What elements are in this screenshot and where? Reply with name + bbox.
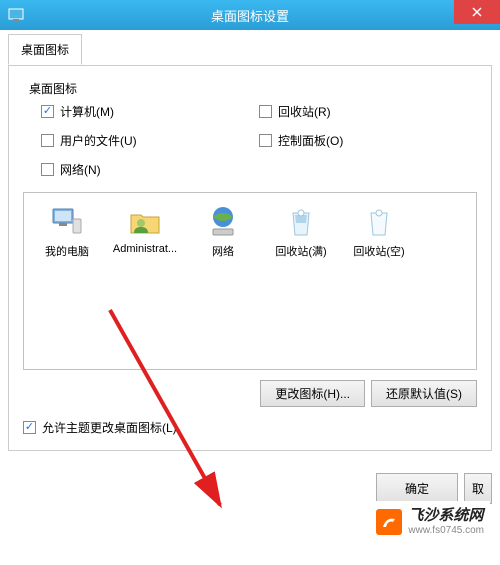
checkbox-label: 网络(N) (60, 161, 101, 178)
computer-icon (49, 203, 85, 239)
watermark-text: 飞沙系统网 www.fs0745.com (408, 507, 484, 537)
tab-desktop-icons[interactable]: 桌面图标 (8, 34, 82, 65)
watermark-logo-icon (376, 509, 402, 535)
change-icon-button[interactable]: 更改图标(H)... (260, 380, 365, 407)
close-button[interactable] (454, 0, 500, 24)
tab-page: 桌面图标 计算机(M) 回收站(R) 用户的文件(U) 控制面板(O) 网络(N… (8, 65, 492, 451)
icon-item-recycle-empty[interactable]: 回收站(空) (342, 203, 416, 259)
icon-caption: 网络 (186, 243, 260, 259)
checkbox-recycle[interactable]: 回收站(R) (259, 103, 477, 120)
checkbox-label: 用户的文件(U) (60, 132, 137, 149)
icon-item-mycomputer[interactable]: 我的电脑 (30, 203, 104, 259)
ok-button[interactable]: 确定 (376, 473, 458, 504)
icon-item-recycle-full[interactable]: 回收站(满) (264, 203, 338, 259)
checkbox-label: 回收站(R) (278, 103, 331, 120)
user-folder-icon (127, 203, 163, 239)
icon-caption: 回收站(空) (342, 243, 416, 259)
watermark-url: www.fs0745.com (408, 525, 484, 537)
checkbox-label: 计算机(M) (60, 103, 114, 120)
checkbox-computer[interactable]: 计算机(M) (41, 103, 259, 120)
watermark-title: 飞沙系统网 (408, 507, 484, 525)
dialog-content: 桌面图标 桌面图标 计算机(M) 回收站(R) 用户的文件(U) 控制面板(O) (0, 30, 500, 459)
checkbox-network[interactable]: 网络(N) (41, 161, 259, 178)
allow-themes-checkbox[interactable]: 允许主题更改桌面图标(L) (23, 419, 477, 436)
icon-list[interactable]: 我的电脑 Administrat... 网络 回收站(满) (23, 192, 477, 370)
icon-caption: Administrat... (108, 243, 182, 255)
icon-buttons-row: 更改图标(H)... 还原默认值(S) (23, 380, 477, 407)
icon-item-network[interactable]: 网络 (186, 203, 260, 259)
checkbox-icon (41, 163, 54, 176)
restore-default-button[interactable]: 还原默认值(S) (371, 380, 477, 407)
recycle-empty-icon (361, 203, 397, 239)
icon-caption: 我的电脑 (30, 243, 104, 259)
titlebar: 桌面图标设置 (0, 0, 500, 30)
window-title: 桌面图标设置 (211, 6, 289, 25)
checkbox-userfiles[interactable]: 用户的文件(U) (41, 132, 259, 149)
app-icon (8, 7, 24, 23)
group-label: 桌面图标 (29, 80, 477, 97)
icon-caption: 回收站(满) (264, 243, 338, 259)
checkbox-icon (41, 105, 54, 118)
recycle-full-icon (283, 203, 319, 239)
tab-strip: 桌面图标 (8, 34, 492, 66)
icon-item-admin[interactable]: Administrat... (108, 203, 182, 255)
watermark: 飞沙系统网 www.fs0745.com (370, 501, 490, 543)
checkbox-label: 控制面板(O) (278, 132, 343, 149)
checkbox-icon (259, 134, 272, 147)
checkbox-icon (41, 134, 54, 147)
checkbox-controlpanel[interactable]: 控制面板(O) (259, 132, 477, 149)
checkbox-icon (23, 421, 36, 434)
network-icon (205, 203, 241, 239)
checkbox-icon (259, 105, 272, 118)
cancel-button[interactable]: 取 (464, 473, 492, 504)
checkbox-grid: 计算机(M) 回收站(R) 用户的文件(U) 控制面板(O) 网络(N) (41, 103, 477, 178)
checkbox-label: 允许主题更改桌面图标(L) (42, 419, 177, 436)
